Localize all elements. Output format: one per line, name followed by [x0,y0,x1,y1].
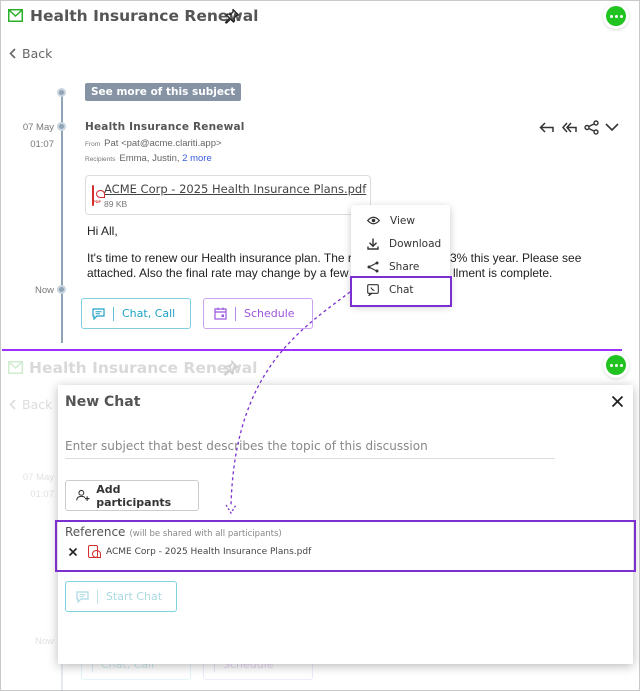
from-key: From [85,141,101,148]
pin-icon [223,360,239,376]
chat-call-button[interactable]: Chat, Call [81,298,191,329]
chat-fab-button[interactable] [603,3,629,29]
message-sender: Health Insurance Renewal [85,121,245,133]
timeline-date: 07 May [22,122,54,133]
more-icon [606,355,626,375]
envelope-icon [8,361,23,374]
menu-item-share[interactable]: Share [351,255,450,278]
timeline-now: Now [34,285,54,296]
separator [235,306,236,321]
timeline-dot-now [57,285,66,294]
attachment-name[interactable]: ACME Corp - 2025 Health Insurance Plans.… [104,182,366,196]
reply-icon[interactable] [539,121,555,135]
chat-bubble-icon [92,307,105,320]
message-greeting: Hi All, [87,224,118,238]
recipients-more-link[interactable]: 2 more [182,153,212,164]
background-date: 07 May [22,472,54,483]
add-participants-label: Add participants [96,482,172,509]
chat-call-label: Chat, Call [122,307,176,320]
recipients-value: Emma, Justin, [119,153,180,164]
timeline-dot-top [57,88,66,97]
schedule-label: Schedule [244,307,295,320]
pin-icon[interactable] [224,8,240,24]
timeline-dot-message [57,122,66,131]
download-icon [367,238,379,250]
start-chat-button[interactable]: Start Chat [65,581,177,612]
menu-item-download[interactable]: Download [351,232,450,255]
add-participants-button[interactable]: Add participants [65,480,199,511]
start-chat-label: Start Chat [106,590,163,603]
message-body-line1-end: 3% this year. Please see [450,251,582,265]
chat-menu-highlight [350,276,452,307]
menu-item-view-label: View [390,214,415,227]
message-from: From Pat <pat@acme.clariti.app> [85,138,222,149]
reference-highlight [55,520,636,572]
modal-title: New Chat [65,394,141,410]
attachment-size: 89 KB [104,198,128,209]
message-body-line2: attached. Also the final rate may change… [87,266,366,280]
menu-item-download-label: Download [389,237,442,250]
menu-item-view[interactable]: View [351,209,450,232]
background-back: Back [9,397,52,412]
attachment-card[interactable]: PDF ACME Corp - 2025 Health Insurance Pl… [85,175,371,215]
background-now: Now [34,636,54,647]
chevron-left-icon [9,48,16,59]
envelope-icon [8,9,23,22]
message-body-line2-end: llment is complete. [453,266,553,280]
separator [113,306,114,321]
attachment-info: ACME Corp - 2025 Health Insurance Plans.… [104,182,366,209]
body-line1-start: It's time to renew our Health insurance … [87,251,362,265]
recipients-key: Recipients [85,156,116,163]
back-button[interactable]: Back [9,46,52,61]
back-label: Back [22,46,53,61]
see-more-button[interactable]: See more of this subject [85,83,242,101]
schedule-button[interactable]: Schedule [203,298,313,329]
background-chat-fab[interactable] [603,352,629,378]
background-time: 01:07 [30,489,54,500]
share-message-icon[interactable] [584,120,599,135]
subject-input[interactable] [65,433,555,459]
background-back-label: Back [22,397,53,412]
add-user-icon [76,489,90,501]
share-icon [367,261,379,272]
menu-item-share-label: Share [389,260,420,273]
message-recipients: Recipients Emma, Justin, 2 more [85,153,212,164]
pdf-icon: PDF [92,184,105,206]
separator [97,589,98,604]
more-icon [606,6,626,26]
calendar-icon [214,307,227,320]
reply-all-icon[interactable] [562,121,578,135]
close-icon[interactable] [611,395,624,408]
chevron-down-icon[interactable] [605,123,619,132]
from-value: Pat <pat@acme.clariti.app> [104,138,222,149]
message-body-line1: It's time to renew our Health insurance … [87,251,362,266]
timeline-time: 01:07 [30,139,54,150]
chat-bubble-icon [76,590,89,603]
eye-icon [367,216,380,225]
